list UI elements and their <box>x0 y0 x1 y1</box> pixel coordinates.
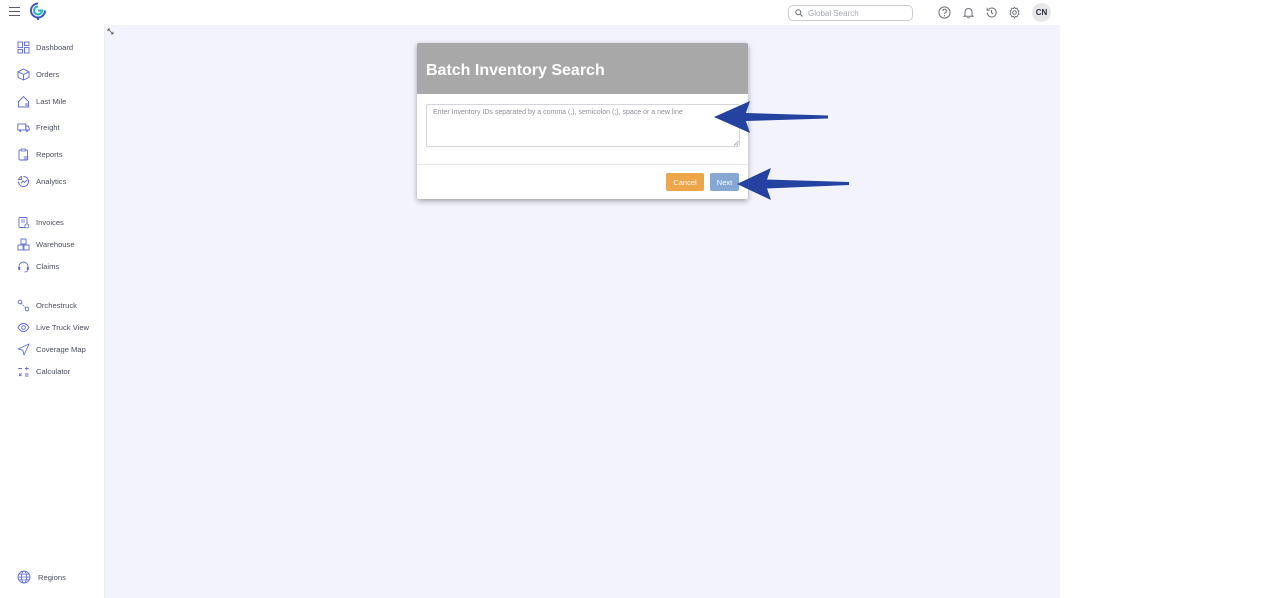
resize-grip-icon[interactable] <box>733 140 739 146</box>
house-icon <box>18 95 29 107</box>
inventory-ids-textarea[interactable] <box>426 104 740 147</box>
headset-icon <box>18 261 29 272</box>
sidebar-item-coverage-map[interactable]: Coverage Map <box>17 342 86 356</box>
sidebar: Dashboard Orders Last Mile Freight Repor… <box>0 25 105 598</box>
box-icon <box>17 67 30 80</box>
sidebar-item-dashboard[interactable]: Dashboard <box>17 40 73 54</box>
batch-inventory-search-modal: Batch Inventory Search Cancel Next <box>417 43 748 199</box>
sidebar-item-label: Regions <box>38 572 66 582</box>
sidebar-item-label: Orchestruck <box>36 300 77 310</box>
eye-icon <box>17 322 30 332</box>
sidebar-item-label: Invoices <box>36 217 64 227</box>
sidebar-item-label: Dashboard <box>36 42 74 52</box>
sidebar-item-live-truck-view[interactable]: Live Truck View <box>17 320 89 334</box>
help-icon[interactable] <box>938 6 951 19</box>
sidebar-item-label: Warehouse <box>36 239 75 249</box>
sidebar-item-label: Orders <box>36 69 60 79</box>
sidebar-item-label: Claims <box>36 261 60 271</box>
app-window: CN Dashboard Orders Last Mile Freight Re… <box>0 0 1060 598</box>
sidebar-item-regions[interactable]: Regions <box>17 570 66 584</box>
next-button[interactable]: Next <box>710 173 739 191</box>
sidebar-item-invoices[interactable]: Invoices <box>17 215 64 229</box>
analytics-icon <box>17 175 29 187</box>
sidebar-item-label: Live Truck View <box>36 322 90 332</box>
report-icon <box>18 148 29 160</box>
sidebar-item-label: Last Mile <box>36 96 67 106</box>
sidebar-item-warehouse[interactable]: Warehouse <box>17 237 75 251</box>
dashboard-icon <box>17 41 30 53</box>
sidebar-item-claims[interactable]: Claims <box>17 259 59 273</box>
sidebar-item-orchestruck[interactable]: Orchestruck <box>17 298 77 312</box>
calculator-icon <box>18 366 29 376</box>
settings-icon[interactable] <box>1008 6 1021 19</box>
bell-icon[interactable] <box>962 6 975 19</box>
sidebar-item-label: Analytics <box>36 176 67 186</box>
logo-icon <box>30 2 46 20</box>
expand-icon[interactable] <box>107 28 114 35</box>
menu-icon[interactable] <box>9 7 20 17</box>
top-bar: CN <box>0 0 1060 25</box>
sidebar-item-orders[interactable]: Orders <box>17 67 59 81</box>
sidebar-item-freight[interactable]: Freight <box>17 120 60 134</box>
modal-title: Batch Inventory Search <box>426 62 605 79</box>
modal-divider <box>417 164 748 165</box>
route-icon <box>17 299 30 311</box>
warehouse-icon <box>17 238 30 250</box>
sidebar-item-reports[interactable]: Reports <box>17 147 63 161</box>
history-icon[interactable] <box>985 6 998 19</box>
search-icon <box>795 9 803 17</box>
global-search[interactable] <box>788 5 913 21</box>
sidebar-item-label: Calculator <box>36 366 71 376</box>
invoice-icon <box>18 216 30 228</box>
sidebar-item-label: Coverage Map <box>36 344 86 354</box>
navigation-icon <box>17 343 30 355</box>
sidebar-item-label: Freight <box>36 122 60 132</box>
cancel-button[interactable]: Cancel <box>666 173 704 191</box>
modal-header: Batch Inventory Search <box>417 43 748 94</box>
sidebar-item-last-mile[interactable]: Last Mile <box>17 94 66 108</box>
sidebar-item-analytics[interactable]: Analytics <box>17 174 66 188</box>
truck-icon <box>17 123 30 132</box>
user-avatar[interactable]: CN <box>1032 3 1051 22</box>
sidebar-item-label: Reports <box>36 149 63 159</box>
global-search-input[interactable] <box>808 6 908 20</box>
globe-icon <box>17 570 31 584</box>
sidebar-item-calculator[interactable]: Calculator <box>17 364 70 378</box>
